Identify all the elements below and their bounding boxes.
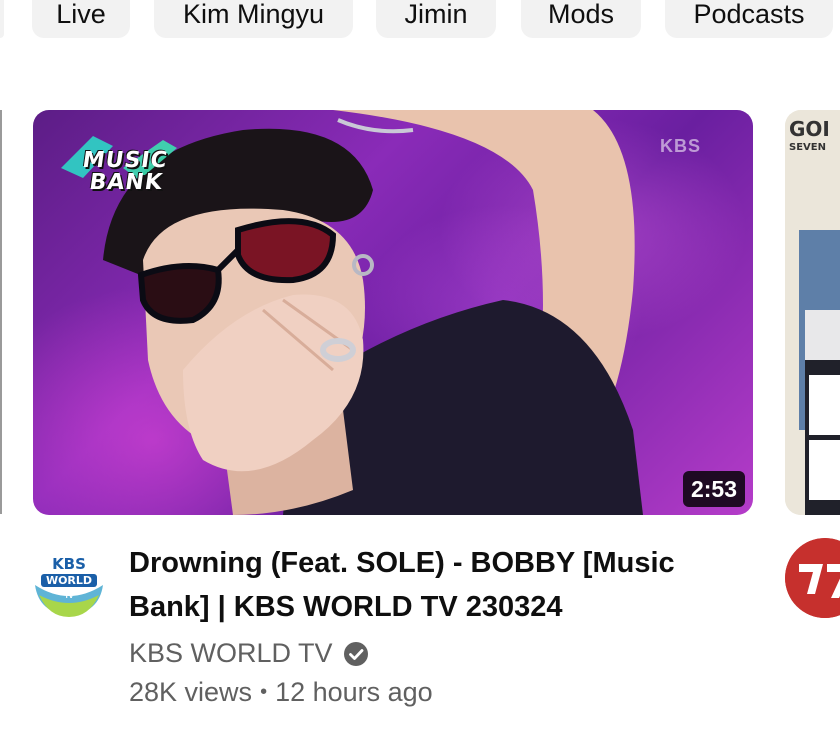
chip-mods[interactable]: Mods <box>521 0 641 38</box>
chip-label: Mods <box>547 0 615 29</box>
svg-text:GOI: GOI <box>789 117 830 141</box>
separator-dot: • <box>260 681 268 703</box>
svg-text:KBS: KBS <box>52 555 86 573</box>
channel-name-row: KBS WORLD TV <box>129 638 369 669</box>
chip-live[interactable]: Live <box>32 0 130 38</box>
chip-label: Live <box>56 0 106 29</box>
chip-label: Kim Mingyu <box>182 0 325 29</box>
music-bank-logo: MUSIC BANK <box>53 128 181 195</box>
svg-text:SEVEN: SEVEN <box>789 142 826 153</box>
chip-jimin[interactable]: Jimin <box>376 0 496 38</box>
video-thumbnail[interactable]: MUSIC BANK KBS 2:53 <box>33 110 753 515</box>
svg-text:TV: TV <box>65 593 74 600</box>
upload-age: 12 hours ago <box>275 677 433 707</box>
kbs-watermark: KBS <box>659 136 701 156</box>
chip-partial[interactable] <box>0 0 4 38</box>
chip-label: Jimin <box>404 0 468 29</box>
svg-text:WORLD: WORLD <box>46 574 92 587</box>
chip-label: Podcasts <box>693 0 805 29</box>
kbs-world-logo: KBS WORLD TV <box>33 547 105 619</box>
chip-kim-mingyu[interactable]: Kim Mingyu <box>154 0 353 38</box>
video-title[interactable]: Drowning (Feat. SOLE) - BOBBY [Music Ban… <box>129 541 729 629</box>
previous-thumbnail-edge[interactable] <box>0 110 2 514</box>
view-count: 28K views <box>129 677 253 707</box>
seventeen-logo <box>785 538 840 618</box>
channel-name[interactable]: KBS WORLD TV <box>129 638 333 669</box>
video-stats: 28K views • 12 hours ago <box>129 677 433 708</box>
duration-badge: 2:53 <box>682 471 745 507</box>
next-video-thumbnail[interactable]: GOI SEVEN <box>785 110 840 515</box>
channel-avatar[interactable]: KBS WORLD TV <box>33 547 105 619</box>
filter-chip-bar: Live Kim Mingyu Jimin Mods Podcasts <box>0 0 840 38</box>
chip-podcasts[interactable]: Podcasts <box>665 0 833 38</box>
verified-check-icon <box>343 641 368 666</box>
next-channel-avatar[interactable] <box>785 538 840 618</box>
next-thumbnail-image: GOI SEVEN <box>785 110 840 515</box>
